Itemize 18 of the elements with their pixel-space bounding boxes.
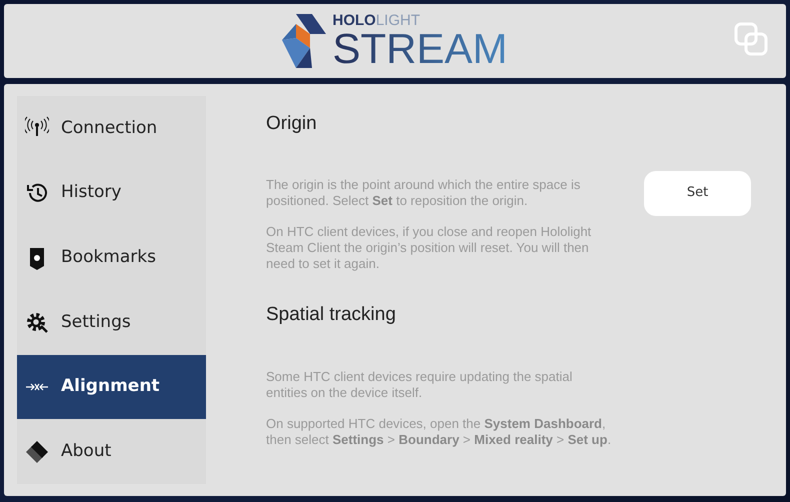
section-heading: Spatial tracking [266, 302, 397, 326]
sidebar-item[interactable]: Settings [17, 290, 206, 355]
description-text: On supported HTC devices, open the System Dashboard, then select Settings > Boundary > Mixed reality > Set up. [266, 416, 612, 448]
description-text: Some HTC client devices require updating the spatial entities on the device itself. [266, 369, 574, 401]
sidebar-item[interactable]: About [17, 419, 206, 484]
copy-icon[interactable] [734, 22, 768, 56]
section-heading: Origin [266, 112, 318, 136]
history-icon [25, 181, 49, 205]
set-button[interactable]: Set [644, 170, 751, 216]
description-text: The origin is the point around which the entire space is positioned. Select Set to reposition the origin. [266, 176, 582, 208]
sidebar-item[interactable]: Bookmarks [17, 225, 206, 290]
brand-subtitle: HOLOLIGHT [332, 12, 422, 28]
sidebar-item[interactable]: Alignment [17, 354, 206, 420]
logo-icon [282, 14, 326, 68]
gear-icon [25, 310, 49, 334]
sidebar-item[interactable]: Connection [17, 96, 206, 161]
description-text: On HTC client devices, if you close and reopen Hololight Steam Client the origin’s position will reset. You will then need to set it again. [266, 224, 592, 272]
sidebar-item[interactable]: History [17, 160, 206, 226]
